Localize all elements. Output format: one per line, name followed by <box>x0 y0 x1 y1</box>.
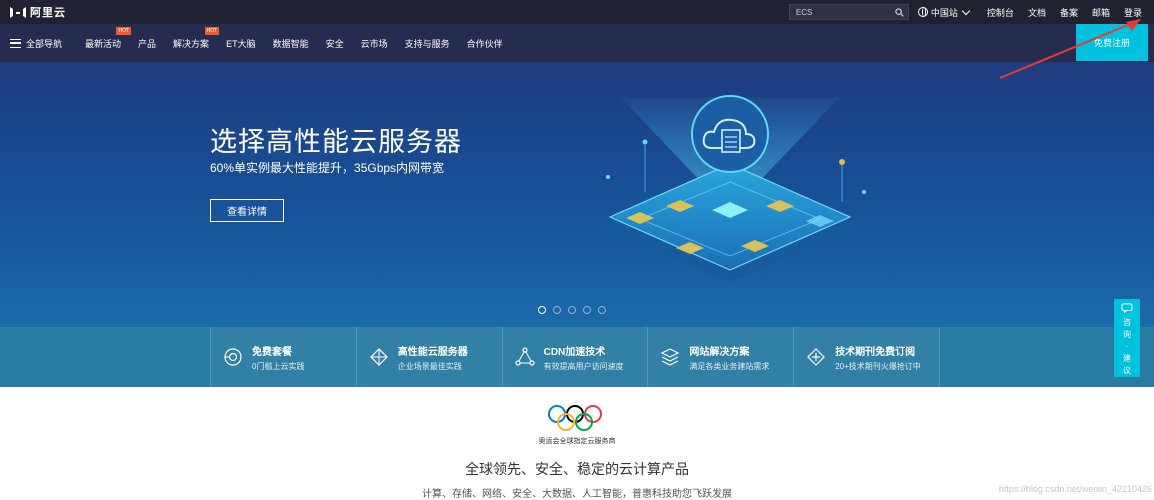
section-subtitle: 计算、存储、网络、安全、大数据、人工智能，普惠科技助您飞跃发展 <box>422 489 732 500</box>
cdn-network-icon <box>514 347 535 366</box>
chat-icon <box>1121 303 1133 313</box>
nav-item-marketplace[interactable]: 云市场 <box>361 37 388 50</box>
features-strip: 免费套餐 0门槛上云实践 高性能云服务器 企业场景最佳实践 CDN加速技术 有效… <box>0 327 1154 387</box>
nav-item-label: 云市场 <box>360 38 388 49</box>
journal-icon <box>807 348 826 366</box>
nav-item-label: ET大脑 <box>226 38 256 49</box>
search-input[interactable] <box>795 7 891 17</box>
feature-title: 网站解决方案 <box>689 346 750 358</box>
feature-cdn[interactable]: CDN加速技术 有效提高用户访问速度 <box>502 327 649 387</box>
hero-title: 选择高性能云服务器 <box>210 127 462 157</box>
main-nav: 全部导航 最新活动 HOT 产品 解决方案 HOT ET大脑 数据智能 安全 云市场… <box>0 24 1154 62</box>
globe-icon <box>917 7 928 17</box>
olympic-caption: 奥运会全球指定云服务商 <box>538 438 616 445</box>
nav-item-label: 解决方案 <box>173 38 210 49</box>
feature-text: 免费套餐 0门槛上云实践 <box>252 343 304 372</box>
carousel-dot[interactable] <box>538 306 546 314</box>
consult-char: 议 <box>1123 366 1131 375</box>
nav-item-security[interactable]: 安全 <box>326 37 344 50</box>
features-list: 免费套餐 0门槛上云实践 高性能云服务器 企业场景最佳实践 CDN加速技术 有效… <box>210 327 940 387</box>
hot-badge: HOT <box>204 26 220 35</box>
hot-badge: HOT <box>116 26 132 35</box>
consult-char: 咨 <box>1123 318 1131 327</box>
section-title: 全球领先、安全、稳定的云计算产品 <box>465 461 689 477</box>
feature-free-package[interactable]: 免费套餐 0门槛上云实践 <box>210 327 357 387</box>
search-box[interactable] <box>788 4 909 20</box>
consult-char: 建 <box>1123 354 1131 363</box>
consult-char: · <box>1125 342 1129 351</box>
icp-filing-link[interactable]: 备案 <box>1060 6 1078 19</box>
docs-link[interactable]: 文档 <box>1028 6 1046 19</box>
nav-item-label: 安全 <box>325 38 344 49</box>
feature-title: 免费套餐 <box>252 346 292 358</box>
feature-desc: 0门槛上云实践 <box>252 361 305 371</box>
feature-title: 高性能云服务器 <box>397 346 468 358</box>
feature-text: CDN加速技术 有效提高用户访问速度 <box>544 343 624 372</box>
logo-text: 阿里云 <box>30 7 66 19</box>
free-package-icon <box>224 348 242 366</box>
cloud-server-illustration <box>600 95 866 282</box>
feature-desc: 20+技术期刊火爆抢订中 <box>835 361 921 371</box>
aliyun-logo[interactable]: 阿里云 <box>10 4 66 20</box>
feature-desc: 有效提高用户访问速度 <box>543 361 624 371</box>
hero-banner: 选择高性能云服务器 60%单实例最大性能提升，35Gbps内网带宽 查看详情 <box>0 62 1154 327</box>
nav-item-label: 支持与服务 <box>404 38 450 49</box>
view-details-button[interactable]: 查看详情 <box>210 199 284 222</box>
feature-desc: 满足各类业务建站需求 <box>689 361 770 371</box>
console-link[interactable]: 控制台 <box>987 6 1014 19</box>
nav-item-label: 数据智能 <box>272 38 309 49</box>
aliyun-logo-icon <box>10 6 26 18</box>
menu-icon[interactable] <box>10 38 21 48</box>
nav-item-solutions[interactable]: 解决方案 HOT <box>173 26 220 50</box>
hero-subtitle: 60%单实例最大性能提升，35Gbps内网带宽 <box>210 161 445 175</box>
top-bar: 阿里云 中国站 控制台 文档 备案 邮箱 登录 <box>0 0 1154 24</box>
free-register-button[interactable]: 免费注册 <box>1076 24 1148 61</box>
feature-text: 技术期刊免费订阅 20+技术期刊火爆抢订中 <box>835 343 921 372</box>
nav-item-support[interactable]: 支持与服务 <box>405 37 450 50</box>
carousel-dot[interactable] <box>598 306 606 314</box>
search-icon[interactable] <box>895 7 904 17</box>
feature-text: 网站解决方案 满足各类业务建站需求 <box>689 343 769 372</box>
carousel-dot[interactable] <box>553 306 561 314</box>
website-solution-icon <box>661 348 680 366</box>
nav-item-label: 产品 <box>138 38 157 49</box>
nav-item-label: 最新活动 <box>85 38 122 49</box>
nav-item-data-intelligence[interactable]: 数据智能 <box>273 37 309 50</box>
csdn-watermark: https://blog.csdn.net/weixin_42210426 <box>998 484 1152 494</box>
server-icon <box>369 348 388 366</box>
nav-item-et-brain[interactable]: ET大脑 <box>226 37 256 50</box>
all-nav-button[interactable]: 全部导航 <box>26 37 62 50</box>
nav-item-products[interactable]: 产品 <box>138 37 156 50</box>
top-right-links: 中国站 控制台 文档 备案 邮箱 登录 <box>788 0 1154 24</box>
carousel-dot[interactable] <box>568 306 576 314</box>
olympic-rings-logo <box>548 405 602 431</box>
feature-desc: 企业场景最佳实践 <box>397 361 462 371</box>
consult-char: 询 <box>1123 330 1131 339</box>
carousel-dot[interactable] <box>583 306 591 314</box>
carousel-dots <box>538 306 606 314</box>
login-link[interactable]: 登录 <box>1124 6 1142 19</box>
nav-item-label: 合作伙伴 <box>466 38 503 49</box>
mail-link[interactable]: 邮箱 <box>1092 6 1110 19</box>
chevron-down-icon <box>961 6 971 15</box>
feature-text: 高性能云服务器 企业场景最佳实践 <box>398 343 468 372</box>
feature-title: 技术期刊免费订阅 <box>835 346 916 358</box>
feature-title: CDN加速技术 <box>543 346 606 358</box>
consult-feedback-tab[interactable]: 咨 询 · 建 议 <box>1114 299 1140 377</box>
nav-item-promotions[interactable]: 最新活动 HOT <box>85 26 132 50</box>
feature-website-solution[interactable]: 网站解决方案 满足各类业务建站需求 <box>648 327 795 387</box>
region-selector[interactable]: 中国站 <box>917 6 973 19</box>
feature-journal[interactable]: 技术期刊免费订阅 20+技术期刊火爆抢订中 <box>794 327 940 387</box>
region-label: 中国站 <box>930 7 958 18</box>
feature-high-perf-server[interactable]: 高性能云服务器 企业场景最佳实践 <box>356 327 503 387</box>
nav-item-partners[interactable]: 合作伙伴 <box>467 37 503 50</box>
